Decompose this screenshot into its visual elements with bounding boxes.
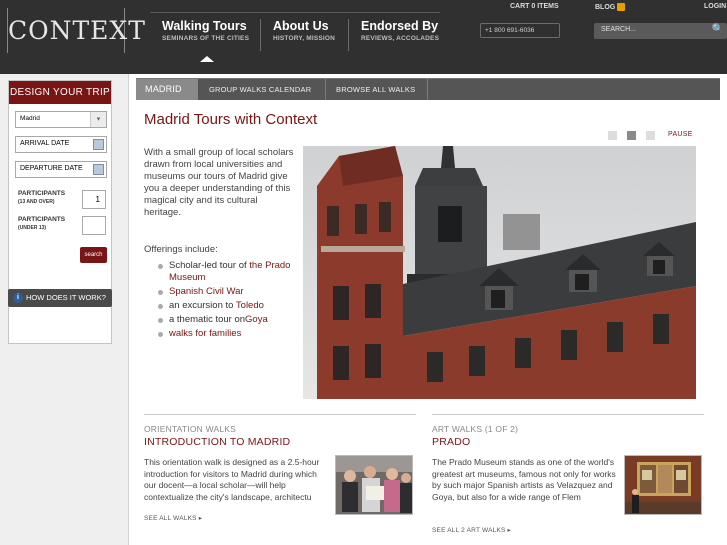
walk-description: The Prado Museum stands as one of the wo…	[432, 457, 616, 502]
list-item: an excursion to Toledo	[156, 300, 296, 312]
nav-about-us-sub: HISTORY, MISSION	[273, 35, 336, 42]
hero-photo	[303, 146, 696, 399]
offering-link-civil-war[interactable]: Spanish Civil War	[169, 286, 244, 297]
tab-browse-all-walks[interactable]: BROWSE ALL WALKS	[326, 79, 428, 100]
cart-link[interactable]: CART 0 ITEMS	[510, 3, 559, 10]
slideshow-pause-button[interactable]: PAUSE	[668, 131, 693, 138]
offering-prefix: a thematic tour on	[169, 314, 246, 325]
how-it-works-button[interactable]: i HOW DOES IT WORK?	[8, 289, 112, 307]
page-title: Madrid Tours with Context	[144, 111, 318, 128]
offering-prefix: Scholar-led tour of	[169, 260, 250, 271]
nav-endorsed-by-sub: REVIEWS, ACCOLADES	[361, 35, 440, 42]
divider	[144, 414, 416, 415]
sidebar: DESIGN YOUR TRIP Madrid ▾ ARRIVAL DATE D…	[0, 74, 129, 545]
blog-link[interactable]: BLOG	[595, 3, 626, 11]
list-item: a thematic tour onGoya	[156, 314, 296, 326]
participants-child-label: PARTICIPANTS (UNDER 13)	[18, 215, 65, 233]
participants-adult-sub: (13 AND OVER)	[18, 199, 55, 205]
slideshow-overlay-square	[503, 214, 540, 250]
design-your-trip-heading: DESIGN YOUR TRIP	[9, 81, 111, 104]
list-item: Scholar-led tour of the Prado Museum	[156, 260, 296, 284]
offering-link-toledo[interactable]: Toledo	[236, 300, 264, 311]
walk-title-link[interactable]: INTRODUCTION TO MADRID	[144, 436, 290, 448]
how-it-works-label: HOW DOES IT WORK?	[26, 293, 106, 302]
offerings-label: Offerings include:	[144, 244, 218, 255]
search-input[interactable]: SEARCH... 🔍	[594, 23, 727, 39]
nav-walking-tours[interactable]: Walking Tours SEMINARS OF THE CITIES	[150, 19, 258, 51]
calendar-icon[interactable]	[93, 139, 104, 150]
offering-link-goya[interactable]: Goya	[245, 314, 268, 325]
list-item: walks for families	[156, 328, 296, 340]
arrival-date-field[interactable]: ARRIVAL DATE	[15, 136, 107, 153]
site-header: CONTEXT Walking Tours SEMINARS OF THE CI…	[0, 0, 727, 74]
search-trip-button[interactable]: search	[80, 247, 107, 263]
intro-paragraph: With a small group of local scholars dra…	[144, 147, 294, 218]
nav-walking-tours-sub: SEMINARS OF THE CITIES	[162, 35, 250, 42]
walk-thumbnail[interactable]	[624, 455, 702, 515]
see-all-art-walks-link[interactable]: SEE ALL 2 ART WALKS ▸	[432, 526, 511, 534]
walk-category: ART WALKS (1 OF 2)	[432, 424, 519, 434]
phone-number: +1 800 691-6036	[480, 23, 560, 38]
tab-group-walks-calendar[interactable]: GROUP WALKS CALENDAR	[200, 79, 326, 100]
search-placeholder: SEARCH...	[601, 26, 637, 33]
nav-endorsed-by-title: Endorsed By	[361, 19, 439, 33]
participants-adult-title: PARTICIPANTS	[18, 190, 66, 197]
list-item: Spanish Civil War	[156, 286, 296, 298]
arrival-date-label: ARRIVAL DATE	[20, 140, 70, 147]
slide-indicator[interactable]	[608, 131, 617, 140]
offering-link-families[interactable]: walks for families	[169, 328, 241, 339]
offerings-list: Scholar-led tour of the Prado Museum Spa…	[156, 260, 296, 342]
walk-description: This orientation walk is designed as a 2…	[144, 457, 320, 502]
participants-adult-label: PARTICIPANTS (13 AND OVER)	[18, 189, 65, 207]
see-all-walks-link[interactable]: SEE ALL WALKS ▸	[144, 514, 202, 522]
city-select[interactable]: Madrid ▾	[15, 111, 107, 128]
departure-date-label: DEPARTURE DATE	[20, 165, 83, 172]
offering-prefix: an excursion to	[169, 300, 236, 311]
walk-thumbnail-image	[336, 456, 412, 514]
info-icon: i	[13, 293, 23, 303]
participants-child-title: PARTICIPANTS	[18, 216, 66, 223]
next-section-cutoff	[144, 540, 224, 545]
participants-adult-input[interactable]: 1	[82, 190, 106, 209]
walk-thumbnail[interactable]	[335, 455, 413, 515]
walk-thumbnail-image	[625, 456, 701, 514]
nav-active-notch	[200, 56, 214, 62]
nav-about-us-title: About Us	[273, 19, 329, 33]
main-nav: Walking Tours SEMINARS OF THE CITIES Abo…	[150, 12, 440, 56]
chevron-down-icon[interactable]: ▾	[90, 112, 106, 127]
nav-about-us[interactable]: About Us HISTORY, MISSION	[260, 19, 346, 51]
walk-category: ORIENTATION WALKS	[144, 424, 237, 434]
slide-indicator[interactable]	[627, 131, 636, 140]
city-select-value: Madrid	[20, 115, 40, 122]
search-icon[interactable]: 🔍	[712, 24, 724, 35]
walk-title-link[interactable]: PRADO	[432, 436, 470, 448]
blog-label: BLOG	[595, 3, 616, 11]
participants-child-sub: (UNDER 13)	[18, 225, 47, 231]
tab-madrid[interactable]: MADRID	[136, 79, 198, 100]
slide-indicator[interactable]	[646, 131, 655, 140]
divider	[432, 414, 704, 415]
rss-icon	[617, 3, 626, 11]
departure-date-field[interactable]: DEPARTURE DATE	[15, 161, 107, 178]
hero-photo-illustration	[303, 146, 696, 399]
nav-walking-tours-title: Walking Tours	[162, 19, 247, 33]
login-link[interactable]: LOGIN	[704, 3, 726, 10]
participants-child-input[interactable]	[82, 216, 106, 235]
calendar-icon[interactable]	[93, 164, 104, 175]
city-subnav: MADRID GROUP WALKS CALENDAR BROWSE ALL W…	[136, 78, 720, 100]
nav-endorsed-by[interactable]: Endorsed By REVIEWS, ACCOLADES	[348, 19, 440, 51]
site-logo[interactable]: CONTEXT	[7, 8, 145, 53]
